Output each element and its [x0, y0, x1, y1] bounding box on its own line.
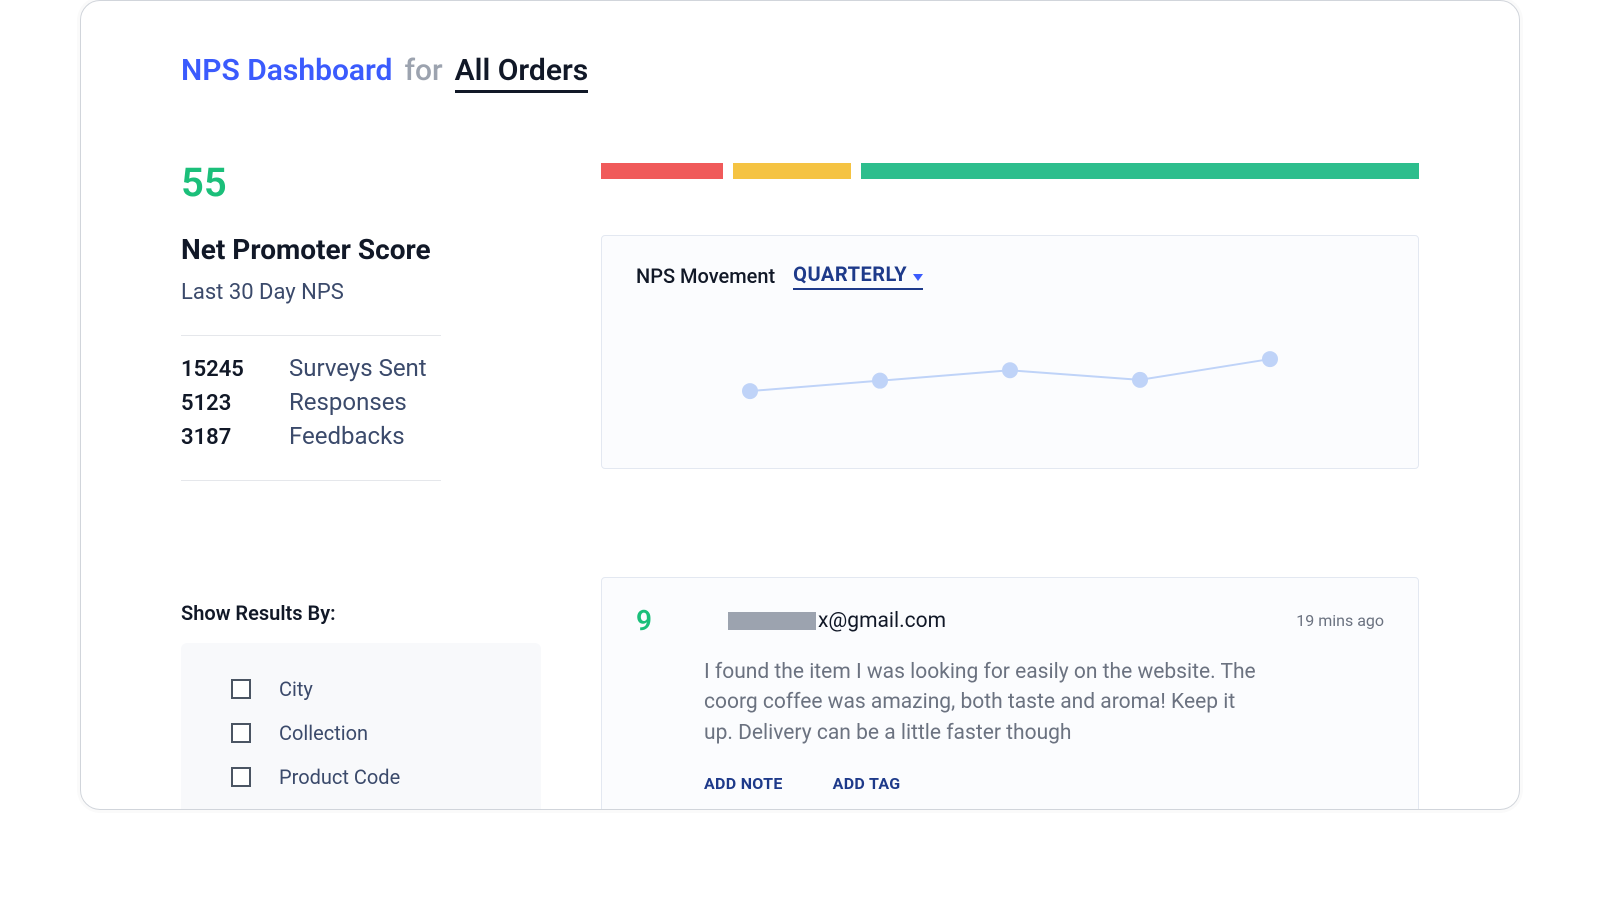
nps-movement-card: NPS Movement QUARTERLY [601, 235, 1419, 469]
filters-panel: City Collection Product Code Delivery Ti… [181, 643, 541, 810]
checkbox-icon[interactable] [231, 767, 251, 787]
page-header: NPS Dashboard for All Orders [181, 53, 1419, 93]
stat-value: 3187 [181, 425, 251, 450]
stat-feedbacks: 3187 Feedbacks [181, 422, 541, 450]
add-note-button[interactable]: ADD NOTE [704, 774, 783, 793]
feedback-card: 9 x@gmail.com 19 mins ago I found the it… [601, 577, 1419, 810]
filter-delivery-time[interactable]: Delivery Time [231, 809, 507, 810]
scope-selector[interactable]: All Orders [455, 53, 589, 93]
stat-label: Responses [289, 388, 407, 416]
stat-surveys-sent: 15245 Surveys Sent [181, 354, 541, 382]
feedback-score: 9 [636, 604, 652, 637]
divider [181, 335, 441, 336]
stat-label: Surveys Sent [289, 354, 427, 382]
redacted-icon [728, 612, 816, 630]
left-column: 55 Net Promoter Score Last 30 Day NPS 15… [181, 163, 541, 810]
sentiment-passives [733, 163, 851, 179]
checkbox-icon[interactable] [231, 679, 251, 699]
sentiment-bar [601, 163, 1419, 179]
right-column: NPS Movement QUARTERLY 9 [601, 163, 1419, 810]
movement-title: NPS Movement [636, 264, 775, 288]
feedback-body: I found the item I was looking for easil… [704, 657, 1264, 748]
nps-movement-chart [636, 310, 1384, 430]
page-title-for: for [404, 53, 442, 88]
stat-value: 5123 [181, 391, 251, 416]
feedback-email: x@gmail.com [728, 609, 946, 633]
nps-title: Net Promoter Score [181, 233, 541, 266]
filter-collection[interactable]: Collection [231, 721, 507, 745]
dashboard-frame: NPS Dashboard for All Orders 55 Net Prom… [80, 0, 1520, 810]
chevron-down-icon [913, 274, 923, 281]
filters-heading: Show Results By: [181, 601, 541, 625]
page-title: NPS Dashboard [181, 53, 392, 88]
filter-label: Delivery Time [279, 809, 399, 810]
feedback-email-suffix: x@gmail.com [818, 609, 946, 633]
movement-range-selector[interactable]: QUARTERLY [793, 262, 923, 290]
stat-responses: 5123 Responses [181, 388, 541, 416]
sentiment-detractors [601, 163, 723, 179]
nps-subtitle: Last 30 Day NPS [181, 280, 541, 305]
stat-label: Feedbacks [289, 422, 405, 450]
sentiment-promoters [861, 163, 1419, 179]
divider [181, 480, 441, 481]
nps-score-value: 55 [181, 163, 541, 203]
stat-value: 15245 [181, 357, 251, 382]
movement-range-label: QUARTERLY [793, 262, 907, 286]
filter-city[interactable]: City [231, 677, 507, 701]
feedback-time: 19 mins ago [1296, 611, 1384, 630]
add-tag-button[interactable]: ADD TAG [833, 774, 901, 793]
filter-label: Collection [279, 721, 368, 745]
filter-label: Product Code [279, 765, 400, 789]
filter-label: City [279, 677, 313, 701]
filter-product-code[interactable]: Product Code [231, 765, 507, 789]
checkbox-icon[interactable] [231, 723, 251, 743]
